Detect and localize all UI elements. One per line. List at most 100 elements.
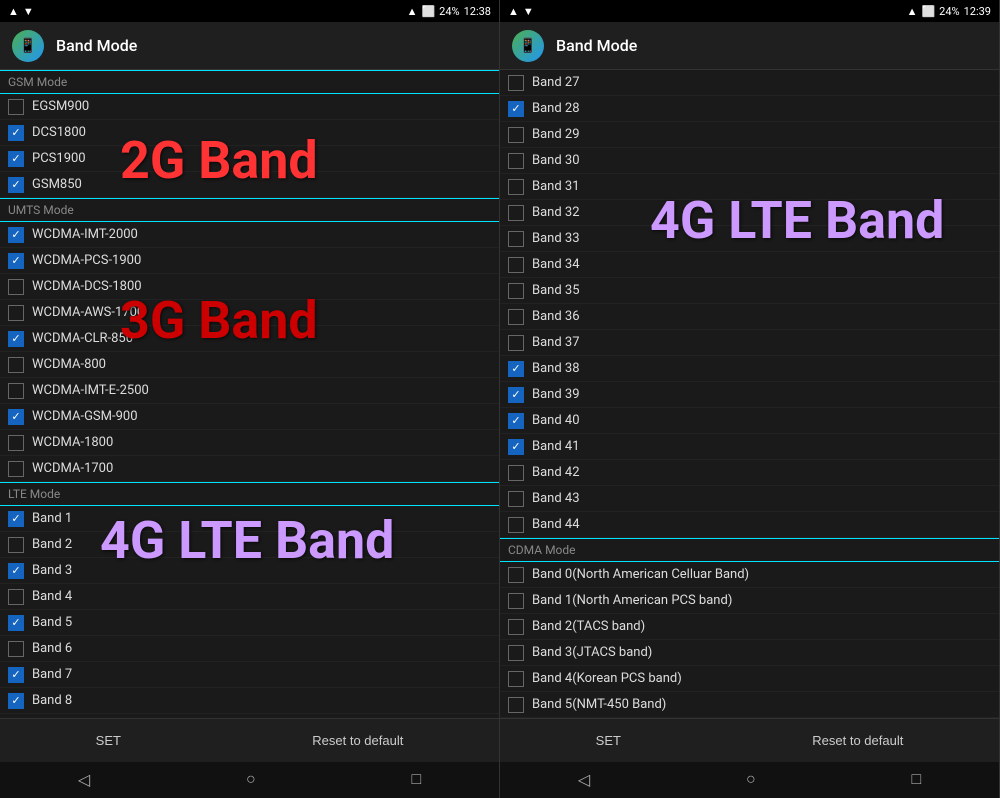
wcdma-1700-checkbox[interactable] [8, 461, 24, 477]
band-item[interactable]: Band 33 [500, 226, 999, 252]
cdma-band4-checkbox[interactable] [508, 671, 524, 687]
left-set-button[interactable]: SET [72, 725, 145, 756]
right-reset-button[interactable]: Reset to default [788, 725, 927, 756]
left-home-button[interactable]: ○ [230, 767, 272, 793]
right-home-button[interactable]: ○ [730, 767, 772, 793]
right-scroll-content[interactable]: Band 27 ✓ Band 28 Band 29 Band 30 Band 3… [500, 70, 999, 718]
wcdma-imt2000-checkbox[interactable]: ✓ [8, 227, 24, 243]
band-item[interactable]: Band 36 [500, 304, 999, 330]
band44-checkbox[interactable] [508, 517, 524, 533]
band-item[interactable]: ✓ DCS1800 [0, 120, 499, 146]
band36-checkbox[interactable] [508, 309, 524, 325]
band-item[interactable]: ✓ PCS1900 [0, 146, 499, 172]
wcdma-clr850-checkbox[interactable]: ✓ [8, 331, 24, 347]
band-item[interactable]: WCDMA-IMT-E-2500 [0, 378, 499, 404]
band-item[interactable]: ✓ Band 40 [500, 408, 999, 434]
band41-checkbox[interactable]: ✓ [508, 439, 524, 455]
band-item[interactable]: ✓ Band 41 [500, 434, 999, 460]
band28-checkbox[interactable]: ✓ [508, 101, 524, 117]
band-item[interactable]: ✓ Band 39 [500, 382, 999, 408]
band-item[interactable]: ✓ WCDMA-CLR-850 [0, 326, 499, 352]
band38-checkbox[interactable]: ✓ [508, 361, 524, 377]
cdma-band0-checkbox[interactable] [508, 567, 524, 583]
band-item[interactable]: ✓ WCDMA-PCS-1900 [0, 248, 499, 274]
band-item[interactable]: Band 35 [500, 278, 999, 304]
band-item[interactable]: Band 1(North American PCS band) [500, 588, 999, 614]
wcdma-imt-e2500-checkbox[interactable] [8, 383, 24, 399]
band-item[interactable]: Band 5(NMT-450 Band) [500, 692, 999, 718]
lte-band3-checkbox[interactable]: ✓ [8, 563, 24, 579]
band-item[interactable]: Band 2 [0, 532, 499, 558]
band-item[interactable]: Band 27 [500, 70, 999, 96]
gsm850-checkbox[interactable]: ✓ [8, 177, 24, 193]
lte-band4-checkbox[interactable] [8, 589, 24, 605]
right-recents-button[interactable]: □ [895, 767, 937, 793]
band-item[interactable]: Band 37 [500, 330, 999, 356]
band43-checkbox[interactable] [508, 491, 524, 507]
band27-checkbox[interactable] [508, 75, 524, 91]
pcs1900-checkbox[interactable]: ✓ [8, 151, 24, 167]
cdma-band3-checkbox[interactable] [508, 645, 524, 661]
band-item[interactable]: Band 42 [500, 460, 999, 486]
band31-checkbox[interactable] [508, 179, 524, 195]
lte-band8-checkbox[interactable]: ✓ [8, 693, 24, 709]
band34-checkbox[interactable] [508, 257, 524, 273]
band-item[interactable]: Band 6 [0, 636, 499, 662]
wcdma-aws1700-checkbox[interactable] [8, 305, 24, 321]
band33-checkbox[interactable] [508, 231, 524, 247]
band-item[interactable]: ✓ Band 8 [0, 688, 499, 714]
band-item[interactable]: ✓ GSM850 [0, 172, 499, 198]
lte-band6-checkbox[interactable] [8, 641, 24, 657]
cdma-band2-checkbox[interactable] [508, 619, 524, 635]
band-item[interactable]: Band 30 [500, 148, 999, 174]
band-item[interactable]: Band 29 [500, 122, 999, 148]
wcdma-dcs1800-checkbox[interactable] [8, 279, 24, 295]
wcdma-gsm900-checkbox[interactable]: ✓ [8, 409, 24, 425]
band-item[interactable]: WCDMA-800 [0, 352, 499, 378]
band42-checkbox[interactable] [508, 465, 524, 481]
band-item[interactable]: Band 0(North American Celluar Band) [500, 562, 999, 588]
band-item[interactable]: Band 43 [500, 486, 999, 512]
band-item[interactable]: WCDMA-1700 [0, 456, 499, 482]
band-item[interactable]: Band 2(TACS band) [500, 614, 999, 640]
wcdma-800-checkbox[interactable] [8, 357, 24, 373]
lte-band7-checkbox[interactable]: ✓ [8, 667, 24, 683]
egsm900-checkbox[interactable] [8, 99, 24, 115]
band-item[interactable]: ✓ Band 3 [0, 558, 499, 584]
band-item[interactable]: Band 32 [500, 200, 999, 226]
band-item[interactable]: ✓ WCDMA-IMT-2000 [0, 222, 499, 248]
left-reset-button[interactable]: Reset to default [288, 725, 427, 756]
band-item[interactable]: Band 4(Korean PCS band) [500, 666, 999, 692]
dcs1800-checkbox[interactable]: ✓ [8, 125, 24, 141]
lte-band2-checkbox[interactable] [8, 537, 24, 553]
lte-band1-checkbox[interactable]: ✓ [8, 511, 24, 527]
band30-checkbox[interactable] [508, 153, 524, 169]
lte-band5-checkbox[interactable]: ✓ [8, 615, 24, 631]
band37-checkbox[interactable] [508, 335, 524, 351]
band-item[interactable]: ✓ Band 38 [500, 356, 999, 382]
band40-checkbox[interactable]: ✓ [508, 413, 524, 429]
band-item[interactable]: ✓ WCDMA-GSM-900 [0, 404, 499, 430]
band-item[interactable]: ✓ Band 1 [0, 506, 499, 532]
band-item[interactable]: Band 31 [500, 174, 999, 200]
band-item[interactable]: ✓ Band 28 [500, 96, 999, 122]
band-item[interactable]: Band 4 [0, 584, 499, 610]
wcdma-1800-checkbox[interactable] [8, 435, 24, 451]
left-scroll-content[interactable]: GSM Mode EGSM900 ✓ DCS1800 ✓ PCS1900 ✓ G… [0, 70, 499, 718]
band-item[interactable]: Band 9 [0, 714, 499, 718]
band-item[interactable]: WCDMA-1800 [0, 430, 499, 456]
band-item[interactable]: WCDMA-AWS-1700 [0, 300, 499, 326]
left-back-button[interactable]: ◁ [62, 766, 106, 794]
band-item[interactable]: EGSM900 [0, 94, 499, 120]
band-item[interactable]: Band 44 [500, 512, 999, 538]
cdma-band1-checkbox[interactable] [508, 593, 524, 609]
band-item[interactable]: Band 34 [500, 252, 999, 278]
wcdma-pcs1900-checkbox[interactable]: ✓ [8, 253, 24, 269]
right-set-button[interactable]: SET [572, 725, 645, 756]
band-item[interactable]: Band 3(JTACS band) [500, 640, 999, 666]
band-item[interactable]: ✓ Band 7 [0, 662, 499, 688]
band-item[interactable]: WCDMA-DCS-1800 [0, 274, 499, 300]
band29-checkbox[interactable] [508, 127, 524, 143]
band32-checkbox[interactable] [508, 205, 524, 221]
right-back-button[interactable]: ◁ [562, 766, 606, 794]
